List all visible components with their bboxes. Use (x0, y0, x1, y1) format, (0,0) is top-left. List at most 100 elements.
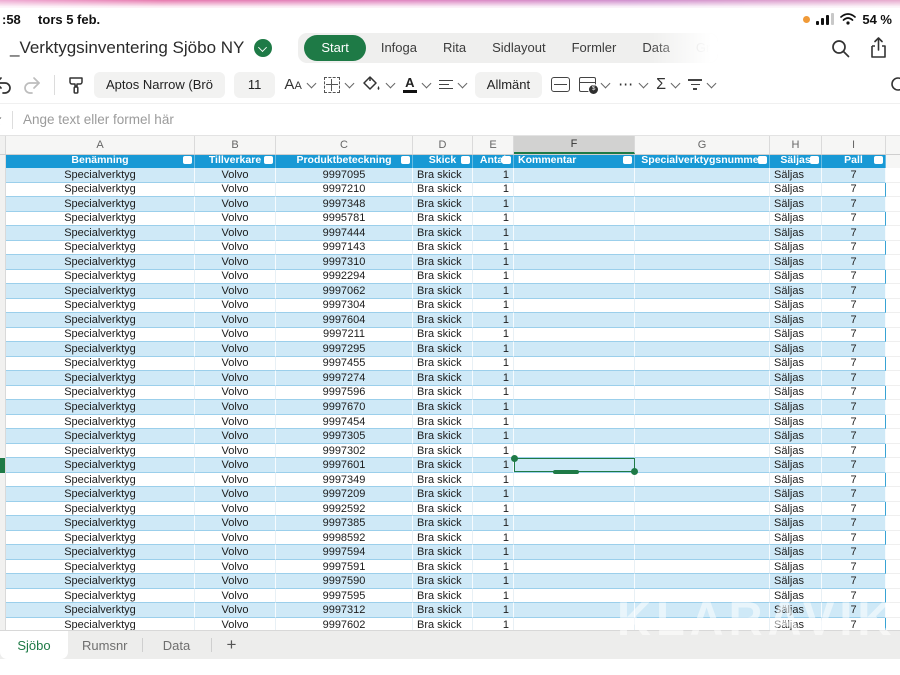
cell-outside-table[interactable] (886, 501, 900, 517)
cell-tillverkare[interactable]: Volvo (195, 603, 276, 618)
cell-skick[interactable]: Bra skick (413, 501, 473, 517)
tab-sidlayout[interactable]: Sidlayout (479, 33, 558, 63)
cell-outside-table[interactable] (886, 559, 900, 575)
cell-skick[interactable]: Bra skick (413, 226, 473, 241)
cell-benamning[interactable]: Specialverktyg (6, 182, 195, 198)
cell-kommentar[interactable] (514, 313, 635, 328)
cell-benamning[interactable]: Specialverktyg (6, 603, 195, 618)
more-options-button[interactable]: ⋯ (618, 77, 649, 92)
cell-outside-table[interactable] (886, 400, 900, 415)
cell-outside-table[interactable] (886, 545, 900, 560)
cell-antal[interactable]: 1 (473, 414, 514, 430)
cell-antal[interactable]: 1 (473, 284, 514, 299)
cell-skick[interactable]: Bra skick (413, 530, 473, 546)
cell-skick[interactable]: Bra skick (413, 240, 473, 256)
cell-c_value[interactable]: 9997210 (276, 182, 413, 198)
cell-antal[interactable]: 1 (473, 559, 514, 575)
cell-outside-table[interactable] (886, 211, 900, 227)
sheet-tab-data[interactable]: Data (143, 631, 211, 659)
add-sheet-button[interactable]: + (212, 631, 252, 659)
cell-c_value[interactable]: 9997349 (276, 472, 413, 488)
cell-tillverkare[interactable]: Volvo (195, 574, 276, 589)
cell-antal[interactable]: 1 (473, 574, 514, 589)
cell-antal[interactable]: 1 (473, 168, 514, 183)
cell-c_value[interactable]: 9997595 (276, 588, 413, 604)
cell-tillverkare[interactable]: Volvo (195, 516, 276, 531)
filter-dropdown-icon[interactable] (874, 156, 883, 164)
cell-tillverkare[interactable]: Volvo (195, 182, 276, 198)
cell-tillverkare[interactable]: Volvo (195, 443, 276, 459)
cell-tillverkare[interactable]: Volvo (195, 559, 276, 575)
cell-tillverkare[interactable]: Volvo (195, 385, 276, 401)
cell-antal[interactable]: 1 (473, 458, 514, 473)
column-letter-I[interactable]: I (822, 136, 886, 154)
filter-dropdown-icon[interactable] (183, 156, 192, 164)
cell-outside-table[interactable] (886, 472, 900, 488)
cell-c_value[interactable]: 9997274 (276, 371, 413, 386)
cell-pall[interactable]: 7 (822, 284, 886, 299)
filter-dropdown-icon[interactable] (623, 156, 632, 164)
cell-benamning[interactable]: Specialverktyg (6, 487, 195, 502)
cell-antal[interactable]: 1 (473, 603, 514, 618)
cell-benamning[interactable]: Specialverktyg (6, 226, 195, 241)
cell-saljas[interactable]: Säljas (770, 371, 822, 386)
sheet-tab-sjobo[interactable]: Sjöbo (0, 631, 68, 659)
cell-tillverkare[interactable]: Volvo (195, 313, 276, 328)
cell-benamning[interactable]: Specialverktyg (6, 574, 195, 589)
cell-kommentar[interactable] (514, 211, 635, 227)
cell-tillverkare[interactable]: Volvo (195, 211, 276, 227)
formula-bar[interactable]: x Ange text eller formel här (0, 103, 900, 136)
cell-tillverkare[interactable]: Volvo (195, 197, 276, 212)
autosum-button[interactable]: Σ (656, 76, 681, 94)
cell-saljas[interactable]: Säljas (770, 182, 822, 198)
cell-tillverkare[interactable]: Volvo (195, 269, 276, 285)
sheet-tab-rumsnr[interactable]: Rumsnr (68, 631, 142, 659)
cell-saljas[interactable]: Säljas (770, 168, 822, 183)
borders-button[interactable] (323, 76, 355, 93)
cell-c_value[interactable]: 9997211 (276, 327, 413, 343)
cell-c_value[interactable]: 9997601 (276, 458, 413, 473)
header-antal[interactable]: Antal (473, 155, 514, 168)
table-format-button[interactable]: $ (579, 77, 611, 95)
cell-outside-table[interactable] (886, 530, 900, 546)
cell-c_value[interactable]: 9997590 (276, 574, 413, 589)
cell-c_value[interactable]: 9998592 (276, 530, 413, 546)
cell-outside-table[interactable] (886, 182, 900, 198)
cell-skick[interactable]: Bra skick (413, 414, 473, 430)
cell-c_value[interactable]: 9997596 (276, 385, 413, 401)
cell-antal[interactable]: 1 (473, 516, 514, 531)
cell-kommentar[interactable] (514, 342, 635, 357)
cell-outside-table[interactable] (886, 269, 900, 285)
cell-c_value[interactable]: 9995781 (276, 211, 413, 227)
column-letter-F[interactable]: F (514, 136, 635, 154)
cell-specialverktygsnummer[interactable] (635, 313, 770, 328)
cell-specialverktygsnummer[interactable] (635, 255, 770, 270)
cell-specialverktygsnummer[interactable] (635, 298, 770, 314)
cell-benamning[interactable]: Specialverktyg (6, 298, 195, 314)
cell-tillverkare[interactable]: Volvo (195, 240, 276, 256)
cell-outside-table[interactable] (886, 197, 900, 212)
cell-specialverktygsnummer[interactable] (635, 458, 770, 473)
header-skick[interactable]: Skick (413, 155, 473, 168)
cell-benamning[interactable]: Specialverktyg (6, 400, 195, 415)
cell-skick[interactable]: Bra skick (413, 197, 473, 212)
cell-kommentar[interactable] (514, 197, 635, 212)
cell-pall[interactable]: 7 (822, 603, 886, 618)
cell-kommentar[interactable] (514, 284, 635, 299)
cell-skick[interactable]: Bra skick (413, 211, 473, 227)
cell-tillverkare[interactable]: Volvo (195, 327, 276, 343)
cell-skick[interactable]: Bra skick (413, 385, 473, 401)
cell-kommentar[interactable] (514, 327, 635, 343)
cell-pall[interactable]: 7 (822, 559, 886, 575)
cell-specialverktygsnummer[interactable] (635, 226, 770, 241)
cell-skick[interactable]: Bra skick (413, 342, 473, 357)
cell-benamning[interactable]: Specialverktyg (6, 356, 195, 372)
cell-antal[interactable]: 1 (473, 327, 514, 343)
cell-c_value[interactable]: 9997305 (276, 429, 413, 444)
cell-outside-table[interactable] (886, 443, 900, 459)
cell-kommentar[interactable] (514, 356, 635, 372)
cell-saljas[interactable]: Säljas (770, 356, 822, 372)
find-button[interactable] (889, 75, 900, 95)
redo-button[interactable] (22, 76, 42, 94)
cell-skick[interactable]: Bra skick (413, 472, 473, 488)
